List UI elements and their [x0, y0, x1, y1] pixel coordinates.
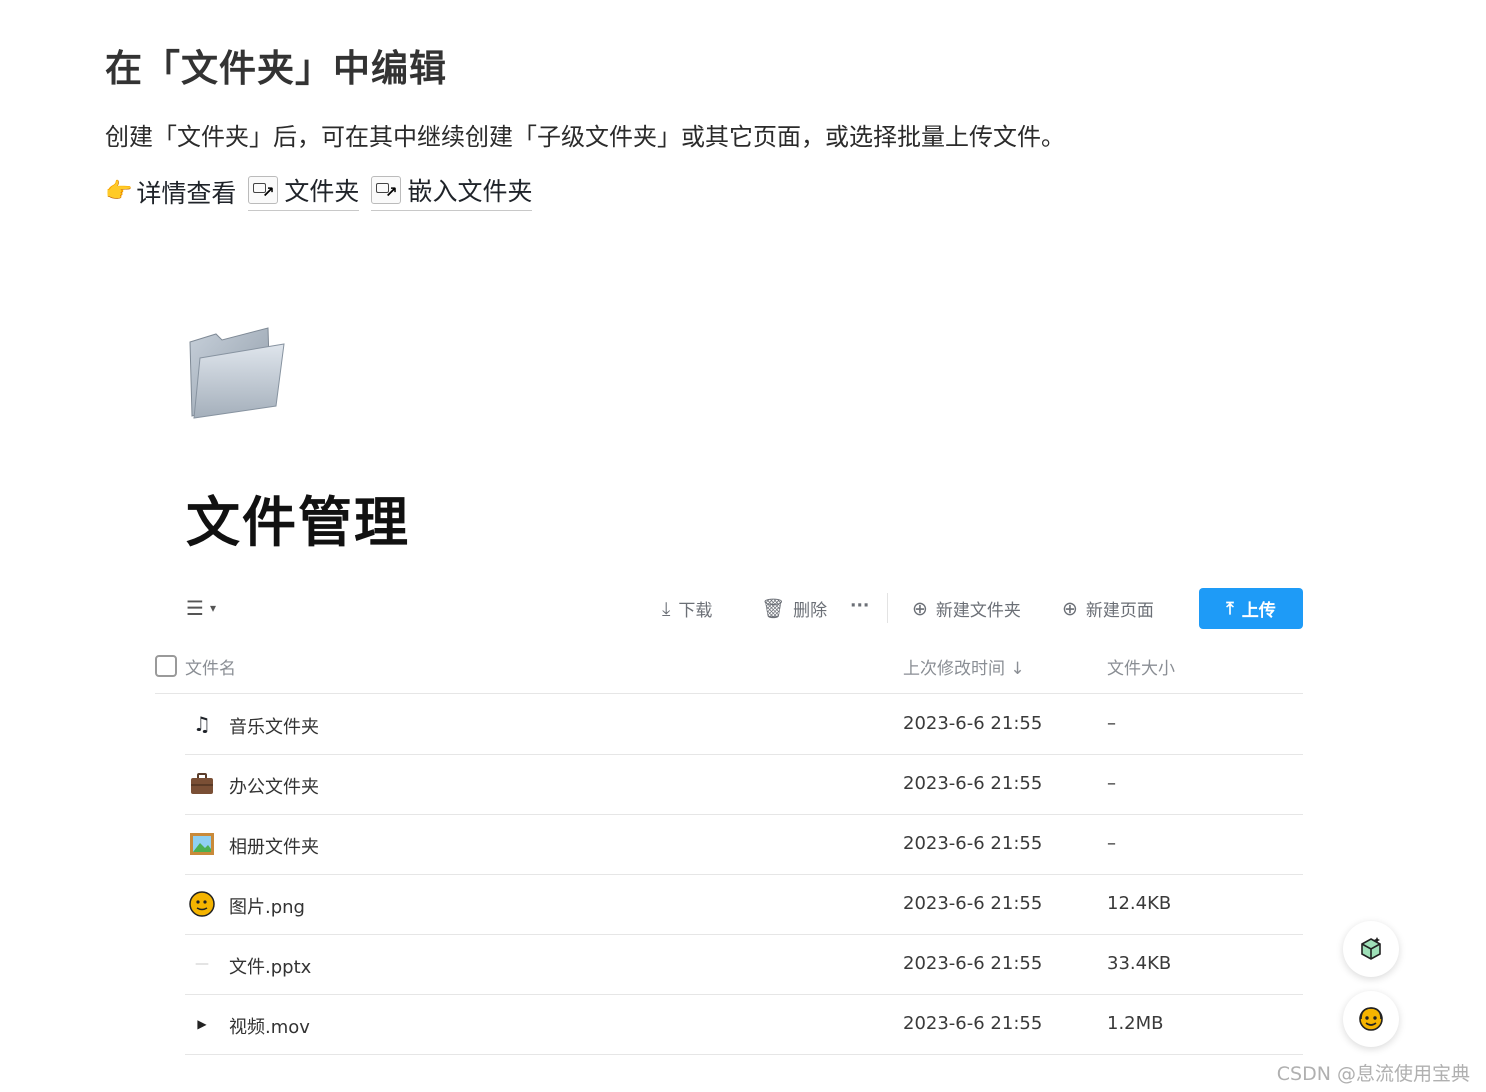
file-modified: 2023-6-6 21:55 — [903, 833, 1043, 854]
file-modified: 2023-6-6 21:55 — [903, 713, 1043, 734]
file-modified: 2023-6-6 21:55 — [903, 953, 1043, 974]
table-row[interactable]: 相册文件夹 2023-6-6 21:55 – — [185, 815, 1303, 875]
download-button[interactable]: ⤓ 下载 — [662, 596, 713, 622]
support-avatar-icon — [1359, 1007, 1383, 1031]
briefcase-icon — [189, 771, 215, 797]
toolbar-divider — [887, 593, 888, 623]
table-row[interactable]: 办公文件夹 2023-6-6 21:55 – — [185, 755, 1303, 815]
folder-link[interactable]: ↗ 文件夹 — [248, 172, 360, 211]
delete-label: 删除 — [793, 601, 828, 621]
video-file-icon: ▶ — [197, 1017, 207, 1031]
pointing-hand-icon: 👉 — [105, 179, 133, 204]
file-size: 1.2MB — [1107, 1013, 1164, 1034]
more-dots-icon: ··· — [850, 596, 870, 616]
column-header-size[interactable]: 文件大小 — [1107, 654, 1175, 679]
file-modified: 2023-6-6 21:55 — [903, 893, 1043, 914]
table-row[interactable]: ♫ 音乐文件夹 2023-6-6 21:55 – — [185, 695, 1303, 755]
upload-button[interactable]: ⤒ 上传 — [1199, 588, 1303, 629]
chevron-down-icon: ▾ — [209, 601, 216, 615]
table-row[interactable]: — 文件.pptx 2023-6-6 21:55 33.4KB — [185, 935, 1303, 995]
image-thumbnail-icon — [189, 891, 215, 917]
column-header-modified[interactable]: 上次修改时间 ↓ — [903, 654, 1025, 679]
new-page-button[interactable]: ⊕ 新建页面 — [1062, 596, 1154, 622]
page-title: 文件管理 — [186, 491, 410, 554]
framed-picture-icon — [189, 831, 215, 857]
details-prefix: 详情查看 — [136, 178, 237, 208]
folder-shortcut-icon: ↗ — [248, 176, 279, 204]
plus-circle-icon: ⊕ — [1062, 597, 1078, 620]
ai-assistant-button[interactable] — [1343, 921, 1399, 977]
pptx-file-icon: — — [195, 956, 209, 972]
doc-description: 创建「文件夹」后，可在其中继续创建「子级文件夹」或其它页面，或选择批量上传文件。 — [105, 123, 1065, 151]
file-name: 视频.mov — [229, 1017, 310, 1038]
new-folder-label: 新建文件夹 — [935, 601, 1021, 621]
column-header-name[interactable]: 文件名 — [185, 654, 236, 679]
folder-shortcut-icon: ↗ — [371, 176, 402, 204]
table-row[interactable]: 图片.png 2023-6-6 21:55 12.4KB — [185, 875, 1303, 935]
more-actions-button[interactable]: ··· — [850, 596, 869, 616]
file-size: 33.4KB — [1107, 953, 1172, 974]
music-note-icon: ♫ — [193, 712, 211, 736]
new-page-label: 新建页面 — [1085, 601, 1154, 621]
file-name: 办公文件夹 — [229, 777, 319, 798]
embed-folder-link[interactable]: ↗ 嵌入文件夹 — [371, 172, 533, 211]
details-links-line: 👉 详情查看 ↗ 文件夹 ↗ 嵌入文件夹 — [105, 172, 533, 211]
doc-heading: 在「文件夹」中编辑 — [105, 47, 447, 90]
magic-cube-icon — [1361, 937, 1381, 960]
csdn-watermark: CSDN @息流使用宝典 — [1276, 1063, 1470, 1085]
table-header: 文件名 上次修改时间 ↓ 文件大小 — [155, 650, 1303, 694]
support-chat-button[interactable] — [1343, 991, 1399, 1047]
download-label: 下载 — [678, 601, 713, 621]
file-name: 音乐文件夹 — [229, 717, 319, 738]
table-row[interactable]: ▶ 视频.mov 2023-6-6 21:55 1.2MB — [185, 995, 1303, 1055]
upload-icon: ⤒ — [1226, 598, 1234, 619]
file-name: 图片.png — [229, 897, 305, 918]
file-name: 文件.pptx — [229, 957, 312, 978]
upload-label: 上传 — [1241, 601, 1276, 621]
file-size: 12.4KB — [1107, 893, 1172, 914]
file-modified: 2023-6-6 21:55 — [903, 773, 1043, 794]
delete-button[interactable]: 🗑 删除 — [761, 596, 827, 621]
list-view-icon: ☰ — [186, 596, 204, 620]
file-size: – — [1107, 833, 1116, 854]
file-name: 相册文件夹 — [229, 837, 319, 858]
folder-link-label: 文件夹 — [284, 177, 360, 206]
embed-folder-link-label: 嵌入文件夹 — [407, 177, 533, 206]
download-icon: ⤓ — [662, 597, 671, 620]
open-folder-icon — [186, 322, 290, 422]
file-toolbar: ☰ ▾ ⤓ 下载 🗑 删除 ··· ⊕ 新建文件夹 ⊕ 新建页面 ⤒ 上传 — [186, 588, 1303, 630]
plus-circle-icon: ⊕ — [912, 597, 928, 620]
select-all-checkbox[interactable] — [155, 655, 177, 677]
file-modified: 2023-6-6 21:55 — [903, 1013, 1043, 1034]
file-size: – — [1107, 713, 1116, 734]
trash-icon: 🗑 — [761, 598, 786, 620]
view-mode-toggle[interactable]: ☰ ▾ — [186, 596, 216, 620]
new-folder-button[interactable]: ⊕ 新建文件夹 — [912, 596, 1021, 622]
file-size: – — [1107, 773, 1116, 794]
